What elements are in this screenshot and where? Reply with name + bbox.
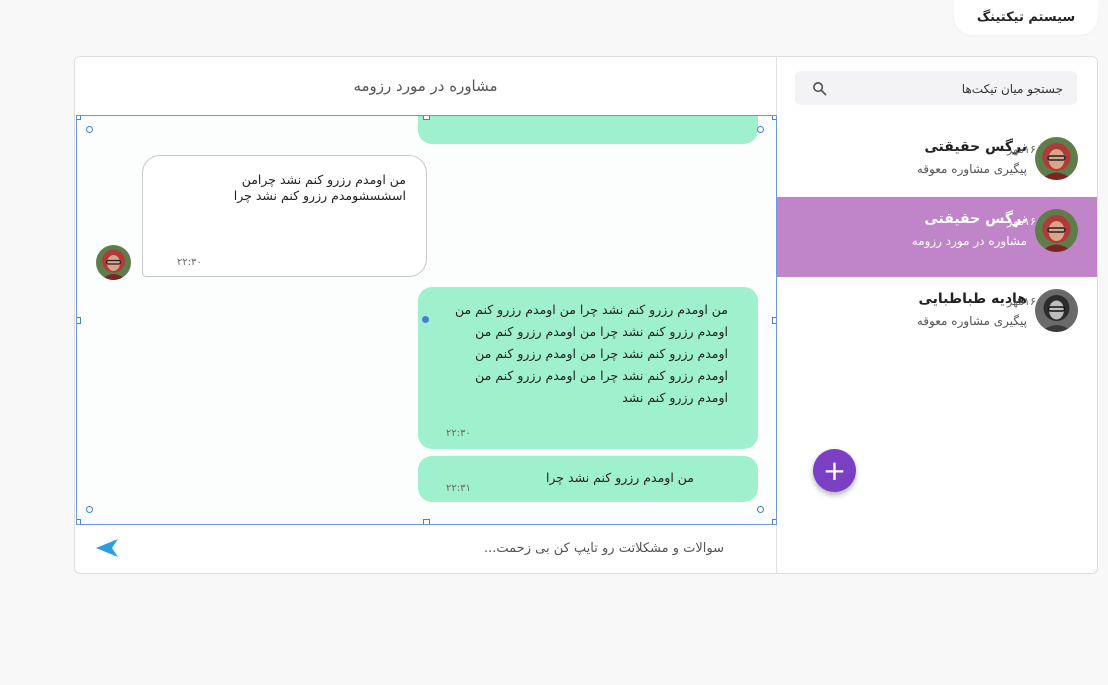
ticket-item[interactable]: هادیه طباطبایی پیگیری مشاوره معوقه ۱۶مهر <box>777 277 1097 357</box>
plus-icon: + <box>822 453 847 487</box>
system-title: سیستم تیکتینگ <box>954 0 1098 35</box>
message-input[interactable] <box>202 532 726 564</box>
selection-corner-marker[interactable] <box>757 126 764 133</box>
message-bubble-outgoing: من اومدم رزرو کنم نشد چرا من اومدم رزرو … <box>418 287 758 449</box>
ticket-subject: پیگیری مشاوره معوقه <box>916 314 1027 328</box>
ticketing-app: نرگس حقیقتی پیگیری مشاوره معوقه ۱۶مهر نر… <box>74 56 1098 574</box>
chat-title: مشاوره در مورد رزومه <box>353 77 498 95</box>
avatar <box>1035 289 1078 332</box>
message-time: ۲۲:۳۱ <box>446 483 471 494</box>
message-text: من اومدم رزرو کنم نشد چرا <box>545 470 694 485</box>
selection-corner-marker[interactable] <box>86 506 93 513</box>
selection-handle[interactable] <box>772 317 776 324</box>
avatar <box>1035 137 1078 180</box>
ticket-search <box>795 71 1077 107</box>
message-bubble-partial <box>418 116 758 144</box>
ticket-date: ۱۶مهر <box>1007 143 1036 156</box>
ticket-item[interactable]: نرگس حقیقتی پیگیری مشاوره معوقه ۱۶مهر <box>777 125 1097 205</box>
ticket-search-input[interactable] <box>841 71 1065 107</box>
selection-handle[interactable] <box>77 116 81 120</box>
search-icon[interactable] <box>812 81 827 96</box>
message-time: ۲۲:۳۰ <box>177 257 202 268</box>
selection-handle[interactable] <box>772 116 776 120</box>
avatar <box>1035 209 1078 252</box>
message-composer <box>75 524 776 573</box>
ticket-date: ۱۶مهر <box>1007 215 1036 228</box>
ticket-item-active[interactable]: نرگس حقیقتی مشاوره در مورد رزومه ۱۶مهر <box>777 197 1097 277</box>
selection-corner-marker[interactable] <box>757 506 764 513</box>
ticket-subject: پیگیری مشاوره معوقه <box>916 162 1027 176</box>
selection-handle[interactable] <box>77 317 81 324</box>
message-time: ۲۲:۳۰ <box>446 428 471 439</box>
selection-anchor[interactable] <box>422 316 429 323</box>
message-list[interactable]: من اومدم رزرو کنم نشد چرامن اسشسشومدم رز… <box>76 115 777 525</box>
ticket-sidebar: نرگس حقیقتی پیگیری مشاوره معوقه ۱۶مهر نر… <box>776 57 1097 573</box>
add-ticket-button[interactable]: + <box>813 449 856 492</box>
ticket-subject: مشاوره در مورد رزومه <box>911 234 1027 248</box>
selection-handle[interactable] <box>423 116 430 120</box>
message-text: من اومدم رزرو کنم نشد چرا من اومدم رزرو … <box>454 302 728 405</box>
message-text: من اومدم رزرو کنم نشد چرامن اسشسشومدم رز… <box>233 172 406 203</box>
ticket-date: ۱۶مهر <box>1007 295 1036 308</box>
selection-corner-marker[interactable] <box>86 126 93 133</box>
message-bubble-outgoing: من اومدم رزرو کنم نشد چرا ۲۲:۳۱ <box>418 456 758 502</box>
send-icon[interactable] <box>95 537 119 559</box>
avatar <box>96 245 131 280</box>
message-bubble-incoming: من اومدم رزرو کنم نشد چرامن اسشسشومدم رز… <box>142 155 427 277</box>
